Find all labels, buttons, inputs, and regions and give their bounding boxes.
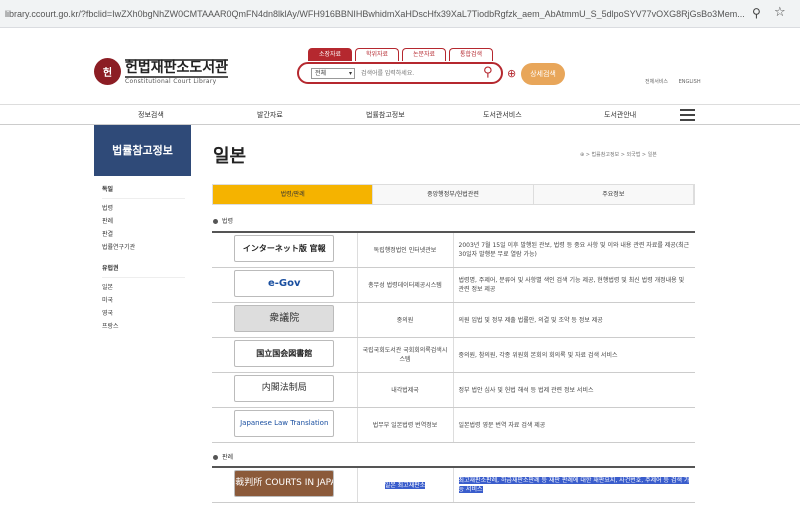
logo-cell: インターネット版 官報 [212, 232, 358, 268]
bullet-icon [213, 219, 218, 224]
search-tabs: 소장자료 학위자료 논문자료 통합검색 [308, 48, 496, 61]
table-row: Japanese Law Translation 법무부 일본법령 번역정보 일… [212, 407, 695, 443]
laws-table: インターネット版 官報 독립행정법인 인터넷관보 2003년 7월 15일 이후… [212, 231, 695, 443]
logo-title: 헌법재판소도서관 [125, 58, 229, 76]
breadcrumb: ⊕ > 법률참고정보 > 외국법 > 일본 [580, 152, 657, 158]
site-name: 국립국회도서관 국회회의록검색시스템 [357, 337, 454, 373]
nav-library-guide[interactable]: 도서관안내 [604, 110, 636, 120]
section-label: 판례 [222, 454, 234, 461]
logo-cell: e-Gov [212, 267, 358, 303]
globe-icon[interactable]: ⊕ [507, 67, 516, 80]
table-row: 衆議院 중의원 의원 입법 및 정부 제출 법률안, 의결 및 조약 등 정보 … [212, 302, 695, 338]
browser-address-bar[interactable]: library.ccourt.go.kr/?fbclid=IwZXh0bgNhZ… [0, 0, 800, 28]
menu-hamburger-icon[interactable] [680, 109, 695, 124]
sidebar-group-head[interactable]: 독일 [102, 184, 185, 199]
logo-cell: 内閣法制局 [212, 372, 358, 408]
search-tab-integrated[interactable]: 통합검색 [449, 48, 493, 61]
chevron-down-icon: ▾ [348, 70, 352, 77]
url-text[interactable]: library.ccourt.go.kr/?fbclid=IwZXh0bgNhZ… [5, 9, 745, 19]
site-description: 정부 법안 심사 및 헌법 해석 등 법제 관련 정보 서비스 [453, 372, 695, 408]
bookmark-star-icon[interactable]: ☆ [774, 5, 786, 20]
advanced-search-button[interactable]: 상세검색 [521, 63, 565, 85]
nav-library-services[interactable]: 도서관서비스 [483, 110, 522, 120]
site-description: 법령명, 주제어, 분류어 및 사항별 색인 검색 기능 제공, 현행법령 및 … [453, 267, 695, 303]
site-name: 일본 최고재판소 [357, 467, 454, 503]
table-row: e-Gov 총무성 법령데이터제공시스템 법령명, 주제어, 분류어 및 사항별… [212, 267, 695, 303]
search-box: 전체 ▾ ⚲ [297, 62, 503, 84]
search-scope-value: 전체 [315, 70, 327, 77]
zoom-icon[interactable]: ⚲ [752, 6, 761, 20]
sidebar-item[interactable]: 법률연구기관 [102, 242, 191, 251]
clb-logo[interactable]: 内閣法制局 [234, 375, 335, 402]
table-row: インターネット版 官報 독립행정법인 인터넷관보 2003년 7월 15일 이후… [212, 232, 695, 268]
utility-links: 전체서비스 ENGLISH [645, 78, 710, 85]
nav-publications[interactable]: 발간자료 [257, 110, 283, 120]
jlt-logo[interactable]: Japanese Law Translation [234, 410, 335, 437]
content-tabs: 법령/판례 중앙행정부/헌법관련 주요정보 [212, 184, 695, 205]
main-navigation: 정보검색 발간자료 법률참고정보 도서관서비스 도서관안내 [0, 104, 800, 125]
search-input[interactable] [361, 68, 471, 79]
tab-laws-cases[interactable]: 법령/판례 [213, 185, 374, 204]
site-logo[interactable]: 헌 헌법재판소도서관 Constitutional Court Library [94, 58, 229, 85]
selected-text: 일본 최고재판소 [384, 481, 426, 489]
sidebar-item[interactable]: 일본 [102, 282, 191, 291]
site-name: 내각법제국 [357, 372, 454, 408]
page-title: 일본 [213, 146, 247, 167]
sidebar-item[interactable]: 미국 [102, 295, 191, 304]
logo-cell: Japanese Law Translation [212, 407, 358, 443]
egov-logo[interactable]: e-Gov [234, 270, 335, 297]
section-heading-laws: 법령 [213, 216, 233, 225]
sidebar-item[interactable]: 판결 [102, 229, 191, 238]
sidebar-item[interactable]: 법령 [102, 203, 191, 212]
tab-main-info[interactable]: 주요정보 [533, 185, 694, 204]
ndl-logo[interactable]: 国立国会図書館 [234, 340, 335, 367]
site-description: 일본법령 영문 번역 자료 검색 제공 [453, 407, 695, 443]
selected-text: 최고재판소판례, 하급재판소판례 등 재판 판례에 대한 재판요지, 사건번호,… [458, 477, 690, 493]
table-row: 内閣法制局 내각법제국 정부 법안 심사 및 헌법 해석 등 법제 관련 정보 … [212, 372, 695, 408]
util-link-english[interactable]: ENGLISH [679, 79, 701, 85]
kanpo-logo[interactable]: インターネット版 官報 [234, 235, 335, 262]
logo-cell: 国立国会図書館 [212, 337, 358, 373]
util-link-all-services[interactable]: 전체서비스 [645, 79, 668, 85]
logo-cell: 裁判所 COURTS IN JAPAN [212, 467, 358, 503]
sidebar-item[interactable]: 영국 [102, 308, 191, 317]
site-name: 중의원 [357, 302, 454, 338]
site-description: 중의원, 참의원, 각종 위원회 본회의 회의록 및 자료 검색 서비스 [453, 337, 695, 373]
sidebar-title: 법률참고정보 [94, 125, 191, 176]
sidebar-item[interactable]: 프랑스 [102, 321, 191, 330]
search-tab-holdings[interactable]: 소장자료 [308, 48, 352, 61]
site-description: 의원 입법 및 정부 제출 법률안, 의결 및 조약 등 정보 제공 [453, 302, 695, 338]
table-row: 国立国会図書館 국립국회도서관 국회회의록검색시스템 중의원, 참의원, 각종 … [212, 337, 695, 373]
site-name: 독립행정법인 인터넷관보 [357, 232, 454, 268]
bullet-icon [213, 455, 218, 460]
nav-legal-reference[interactable]: 법률참고정보 [366, 110, 405, 120]
logo-subtitle: Constitutional Court Library [125, 75, 229, 85]
search-tab-articles[interactable]: 논문자료 [402, 48, 446, 61]
nav-info-search[interactable]: 정보검색 [138, 110, 164, 120]
site-description: 2003년 7월 15일 이후 발행된 관보, 법령 등 중요 사항 및 이와 … [453, 232, 695, 268]
search-tab-thesis[interactable]: 학위자료 [355, 48, 399, 61]
site-name: 총무성 법령데이터제공시스템 [357, 267, 454, 303]
table-row: 裁判所 COURTS IN JAPAN 일본 최고재판소 최고재판소판례, 하급… [212, 467, 695, 503]
section-heading-cases: 판례 [213, 452, 233, 461]
site-description: 최고재판소판례, 하급재판소판례 등 재판 판례에 대한 재판요지, 사건번호,… [453, 467, 695, 503]
sidebar: 법률참고정보 독일 법령 판례 판결 법률연구기관 유럽권 일본 미국 영국 프… [94, 125, 191, 330]
search-icon[interactable]: ⚲ [483, 65, 493, 80]
shugiin-logo[interactable]: 衆議院 [234, 305, 335, 332]
logo-cell: 衆議院 [212, 302, 358, 338]
site-name: 법무부 일본법령 번역정보 [357, 407, 454, 443]
sidebar-group-head[interactable]: 유럽권 [102, 263, 185, 278]
section-label: 법령 [222, 218, 234, 225]
sidebar-item[interactable]: 판례 [102, 216, 191, 225]
cases-table: 裁判所 COURTS IN JAPAN 일본 최고재판소 최고재판소판례, 하급… [212, 466, 695, 503]
courts-logo[interactable]: 裁判所 COURTS IN JAPAN [234, 470, 335, 497]
tab-government[interactable]: 중앙행정부/헌법관련 [373, 185, 534, 204]
search-scope-select[interactable]: 전체 ▾ [311, 68, 355, 79]
court-emblem-icon: 헌 [94, 58, 121, 85]
